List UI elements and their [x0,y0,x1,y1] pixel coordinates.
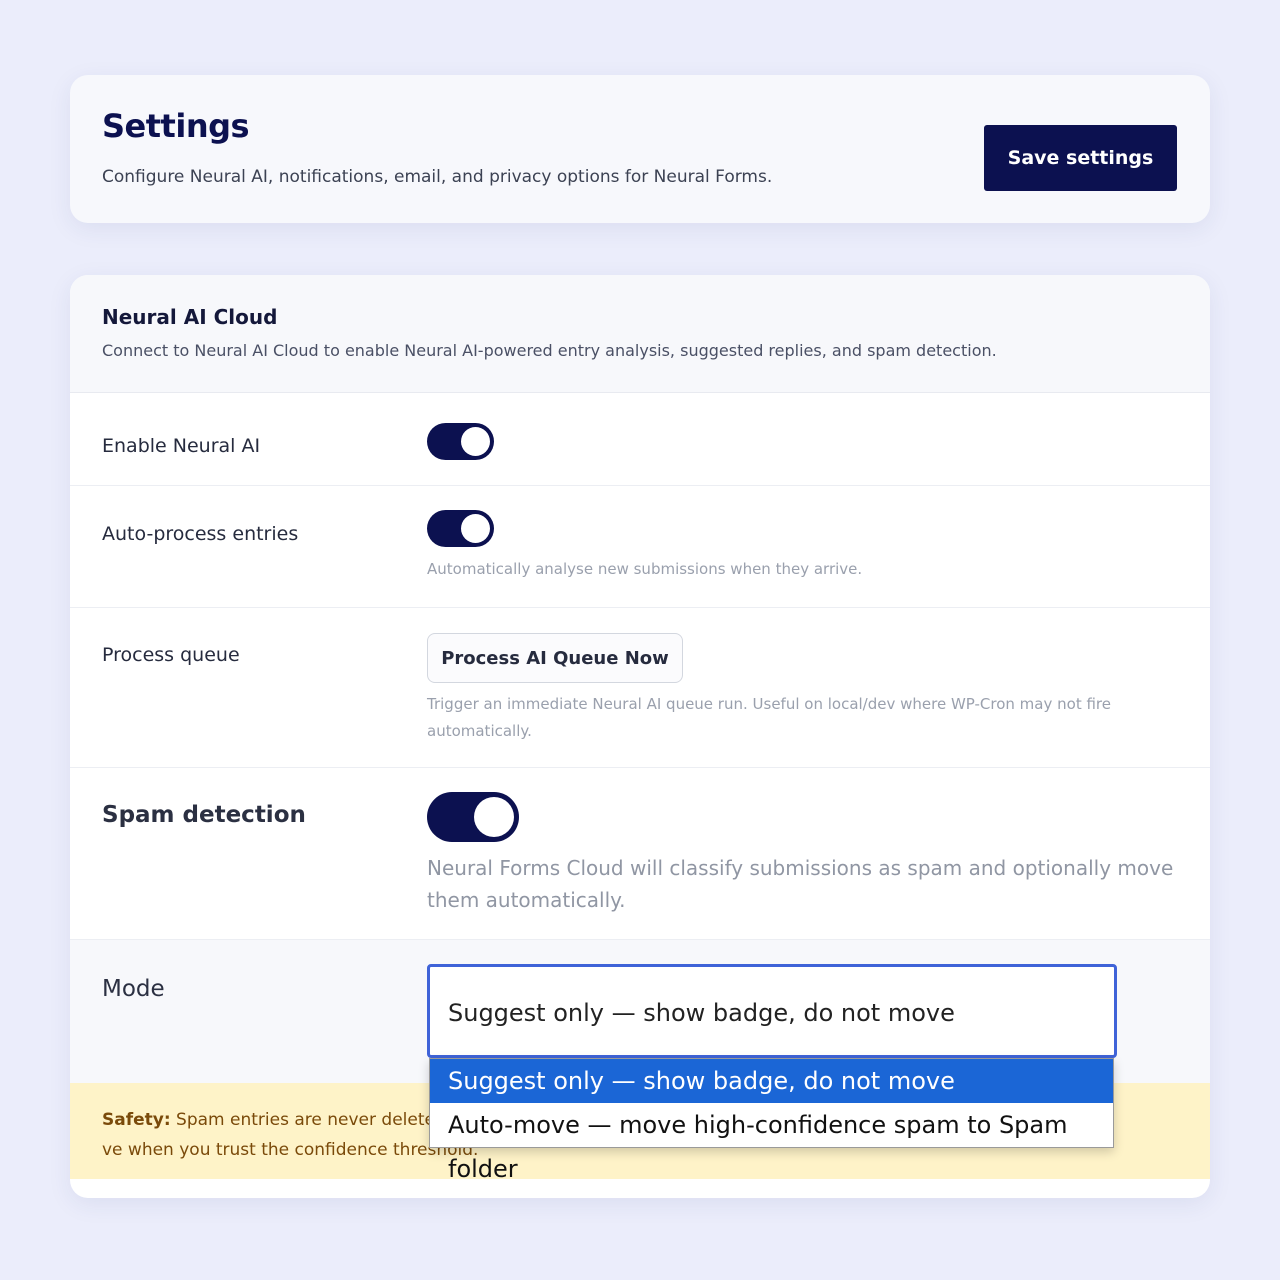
auto-process-toggle[interactable] [427,510,494,547]
enable-ai-row: Enable Neural AI [70,393,1210,486]
toggle-knob [461,427,490,456]
auto-process-row: Auto-process entries Automatically analy… [70,486,1210,608]
section-header: Neural AI Cloud Connect to Neural AI Clo… [70,275,1210,393]
process-queue-help: Trigger an immediate Neural AI queue run… [427,695,1111,740]
settings-header-card: Settings Configure Neural AI, notificati… [70,75,1210,223]
spam-detection-label: Spam detection [102,802,306,828]
auto-process-label: Auto-process entries [102,523,299,545]
safety-label: Safety: [102,1110,171,1130]
section-title: Neural AI Cloud [102,305,278,329]
toggle-knob [461,514,490,543]
spam-detection-help: Neural Forms Cloud will classify submiss… [427,856,1174,912]
page-subtitle: Configure Neural AI, notifications, emai… [102,167,773,187]
spam-detection-row: Spam detection Neural Forms Cloud will c… [70,768,1210,940]
section-description: Connect to Neural AI Cloud to enable Neu… [102,341,997,360]
mode-select[interactable]: Suggest only — show badge, do not move [427,964,1117,1058]
auto-process-help: Automatically analyse new submissions wh… [427,560,863,578]
toggle-knob [474,797,514,837]
save-settings-button[interactable]: Save settings [984,125,1177,191]
safety-text-after: ve when you trust the confidence thresho… [102,1140,479,1160]
process-ai-queue-button[interactable]: Process AI Queue Now [427,633,683,683]
mode-select-value: Suggest only — show badge, do not move [448,999,955,1027]
mode-option-auto-move[interactable]: Auto-move — move high-confidence spam to… [430,1103,1113,1183]
safety-text-before: Spam entries are never deleted a [170,1110,462,1130]
process-queue-row: Process queue Process AI Queue Now Trigg… [70,608,1210,768]
mode-dropdown-list: Suggest only — show badge, do not move A… [429,1058,1114,1183]
enable-ai-toggle[interactable] [427,423,494,460]
process-queue-label: Process queue [102,644,240,666]
mode-label: Mode [102,976,165,1002]
page-title: Settings [102,107,250,145]
mode-option-suggest[interactable]: Suggest only — show badge, do not move [430,1059,1113,1103]
spam-detection-toggle[interactable] [427,792,519,842]
enable-ai-label: Enable Neural AI [102,435,261,457]
